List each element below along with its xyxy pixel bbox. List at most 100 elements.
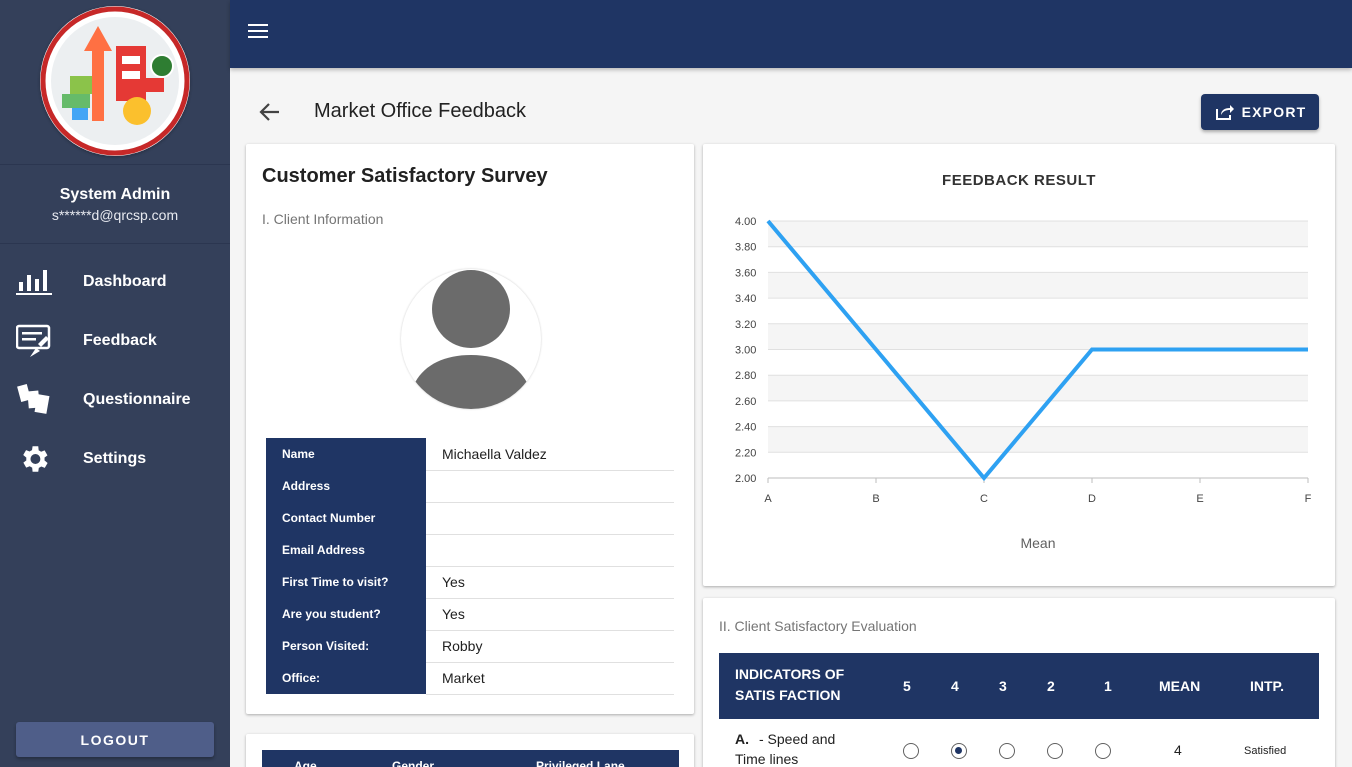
sidebar-item-questionnaire[interactable]: Questionnaire <box>0 370 230 429</box>
field-label: Are you student? <box>266 598 426 630</box>
y-tick-label: 3.60 <box>735 267 756 279</box>
field-label: Contact Number <box>266 502 426 534</box>
field-label: Person Visited: <box>266 630 426 662</box>
sidebar-item-label: Feedback <box>83 331 157 349</box>
arrow-left-icon[interactable] <box>255 98 285 126</box>
radio-score-5[interactable] <box>903 743 919 759</box>
export-label: EXPORT <box>1241 104 1307 120</box>
table-row: Contact Number <box>266 502 674 535</box>
logout-button[interactable]: LOGOUT <box>16 722 214 757</box>
column-header-age: Age <box>294 759 317 767</box>
share-icon <box>1215 105 1234 120</box>
column-header-gender: Gender <box>392 759 435 767</box>
field-label: First Time to visit? <box>266 566 426 598</box>
feedback-line-chart: FEEDBACK RESULT 4.00 3.80 3.60 3.40 3.20 3.00 2… <box>735 172 1312 551</box>
header-mean: MEAN <box>1159 678 1201 694</box>
sidebar: System Admin s******d@qrcsp.com Dashboar… <box>0 0 230 767</box>
section-title-client-info: I. Client Information <box>262 211 384 227</box>
evaluation-table-header: INDICATORS OF SATIS FACTION 5 4 3 2 1 ME… <box>719 653 1319 719</box>
field-label: Name <box>266 438 426 470</box>
x-axis-label: Mean <box>1020 535 1055 551</box>
row-label: - Speed and <box>759 731 836 747</box>
field-value: Michaella Valdez <box>426 438 674 471</box>
x-tick-label: D <box>1088 493 1096 505</box>
y-tick-label: 2.40 <box>735 422 756 434</box>
field-value: Yes <box>426 566 674 599</box>
y-tick-label: 2.80 <box>735 370 756 382</box>
sidebar-item-dashboard[interactable]: Dashboard <box>0 252 230 311</box>
app-logo <box>40 6 190 156</box>
y-tick-label: 2.00 <box>735 473 756 485</box>
field-value <box>426 470 674 503</box>
section-title-evaluation: II. Client Satisfactory Evaluation <box>719 618 917 634</box>
y-tick-label: 3.00 <box>735 345 756 357</box>
top-app-bar <box>230 0 1352 68</box>
sidebar-item-feedback[interactable]: Feedback <box>0 311 230 370</box>
y-tick-label: 3.40 <box>735 293 756 305</box>
demographics-table-header: Age Gender Privileged Lane <box>262 750 679 767</box>
x-tick-label: B <box>872 493 879 505</box>
x-tick-label: F <box>1305 493 1312 505</box>
table-row: A. - Speed and Time lines 4 Satisfied <box>719 719 1319 767</box>
row-letter: A. <box>735 731 749 747</box>
radio-score-4[interactable] <box>951 743 967 759</box>
logo-area <box>0 0 230 165</box>
cards-icon <box>16 382 52 418</box>
sidebar-item-label: Questionnaire <box>83 390 191 408</box>
field-value: Market <box>426 662 674 695</box>
export-button[interactable]: EXPORT <box>1201 94 1319 130</box>
grid-band <box>768 272 1308 299</box>
survey-title: Customer Satisfactory Survey <box>262 165 548 187</box>
grid-band <box>768 323 1308 350</box>
sidebar-nav: Dashboard Feedback Questionnaire Setting… <box>0 252 230 488</box>
x-tick-label: E <box>1196 493 1203 505</box>
grid-band <box>768 375 1308 401</box>
field-value: Robby <box>426 630 674 663</box>
survey-card: Customer Satisfactory Survey I. Client I… <box>246 144 694 714</box>
table-row: Email Address <box>266 534 674 567</box>
row-mean: 4 <box>1174 742 1182 758</box>
grid-band <box>768 426 1308 453</box>
chart-title: FEEDBACK RESULT <box>942 172 1096 189</box>
table-row: Person Visited: Robby <box>266 630 674 663</box>
hamburger-icon[interactable] <box>248 24 268 40</box>
y-tick-label: 4.00 <box>735 216 756 228</box>
sidebar-item-label: Settings <box>83 449 147 467</box>
field-value <box>426 502 674 535</box>
row-label-2: Time lines <box>735 751 799 767</box>
bar-chart-icon <box>16 264 52 300</box>
y-tick-label: 2.60 <box>735 396 756 408</box>
radio-score-1[interactable] <box>1095 743 1111 759</box>
table-row: First Time to visit? Yes <box>266 566 674 599</box>
y-tick-label: 3.20 <box>735 319 756 331</box>
y-tick-label: 2.20 <box>735 447 756 459</box>
row-intp: Satisfied <box>1244 745 1287 757</box>
header-score-2: 2 <box>1047 678 1055 694</box>
page-title: Market Office Feedback <box>314 100 526 122</box>
feedback-icon <box>16 323 52 359</box>
field-value <box>426 534 674 567</box>
header-score-1: 1 <box>1104 678 1112 694</box>
radio-score-2[interactable] <box>1047 743 1063 759</box>
sidebar-item-label: Dashboard <box>83 272 167 290</box>
feedback-chart-card: FEEDBACK RESULT 4.00 3.80 3.60 3.40 3.20 3.00 2… <box>703 144 1335 586</box>
header-indicators: INDICATORS OF <box>735 666 845 682</box>
table-row: Address <box>266 470 674 503</box>
sidebar-item-settings[interactable]: Settings <box>0 429 230 488</box>
x-tick-label: C <box>980 493 988 505</box>
y-tick-label: 3.80 <box>735 242 756 254</box>
table-row: Name Michaella Valdez <box>266 438 674 471</box>
gear-icon <box>16 441 52 477</box>
header-score-4: 4 <box>951 678 959 694</box>
header-indicators-2: SATIS FACTION <box>735 687 841 703</box>
grid-band <box>768 221 1308 247</box>
field-label: Email Address <box>266 534 426 566</box>
user-name: System Admin <box>59 186 171 203</box>
user-info: System Admin s******d@qrcsp.com <box>0 165 230 244</box>
avatar <box>401 269 541 409</box>
field-label: Address <box>266 470 426 502</box>
header-intp: INTP. <box>1250 678 1284 694</box>
radio-score-3[interactable] <box>999 743 1015 759</box>
table-row: Are you student? Yes <box>266 598 674 631</box>
field-label: Office: <box>266 662 426 694</box>
